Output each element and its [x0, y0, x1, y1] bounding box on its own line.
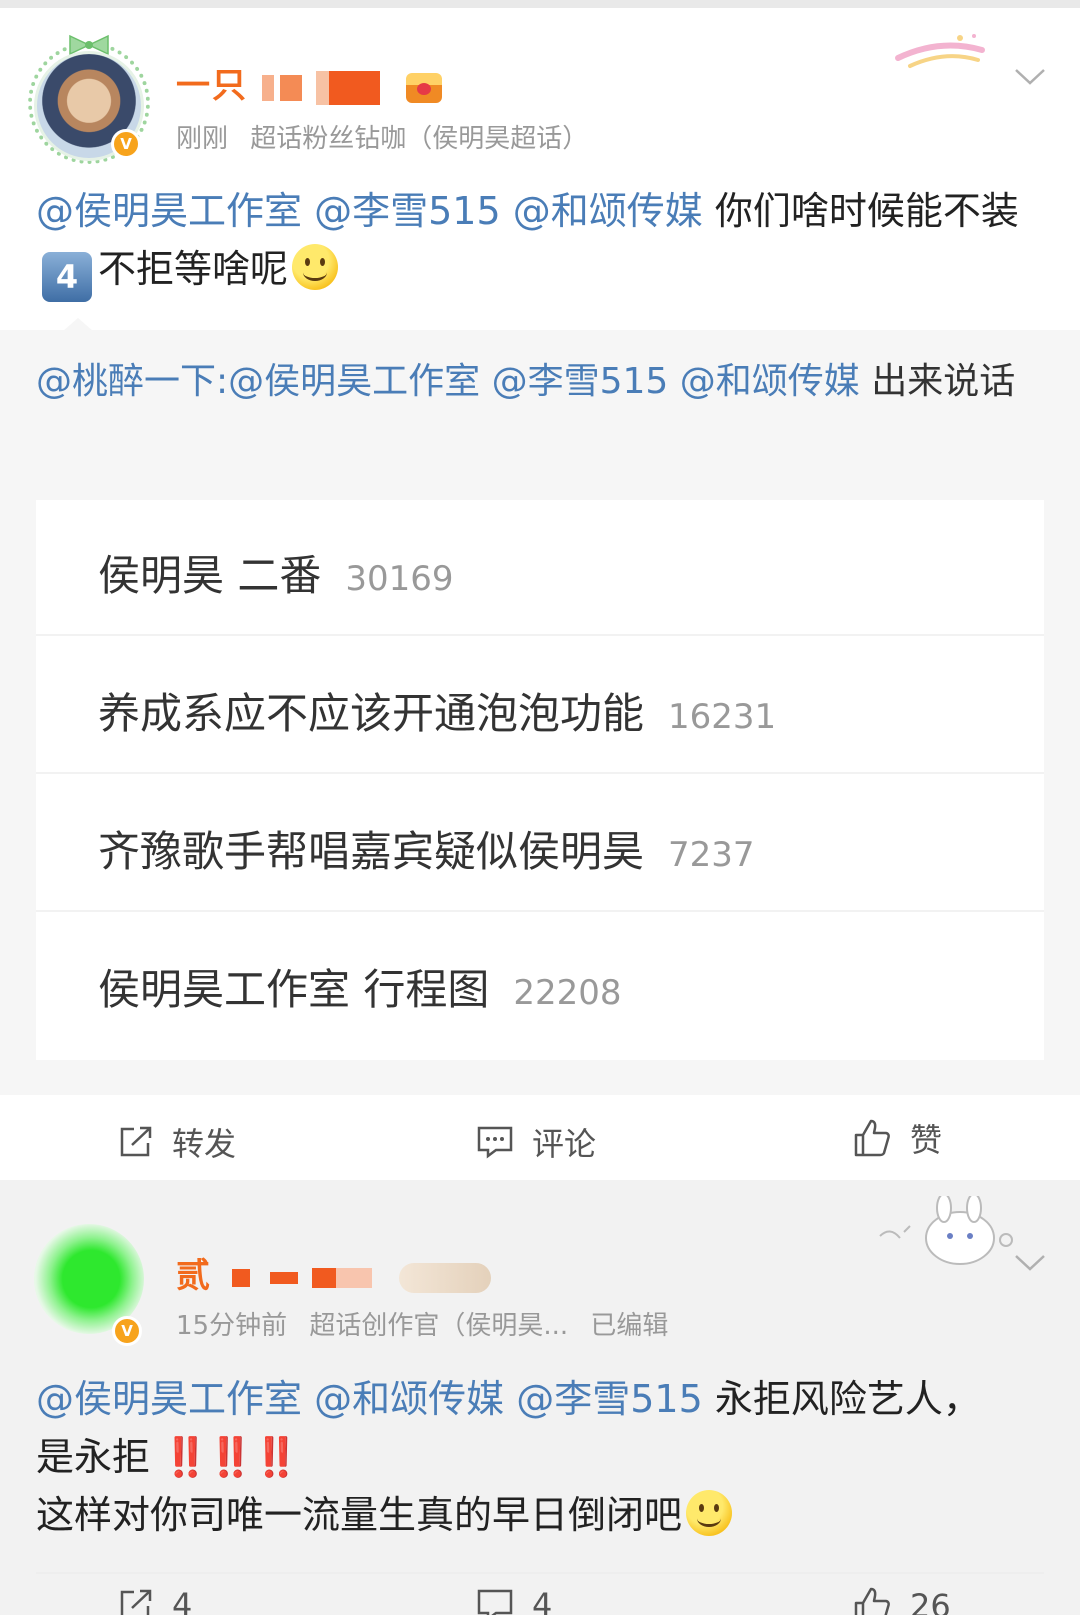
mention-link[interactable]: @和颂传媒	[513, 189, 703, 233]
action-bar: 转发 评论 赞	[0, 1095, 1080, 1185]
mention-link[interactable]: @侯明昊工作室	[228, 361, 480, 402]
username[interactable]: 贰	[176, 1248, 492, 1297]
edited-label: 已编辑	[590, 1311, 669, 1341]
post-time: 刚刚	[176, 124, 229, 154]
repost-label: 转发	[172, 1125, 237, 1163]
action-bar: 4 4 26	[0, 1572, 1080, 1615]
username-text: 贰	[176, 1256, 212, 1296]
like-count: 26	[910, 1587, 951, 1615]
like-button[interactable]: 26	[852, 1586, 951, 1615]
like-icon	[854, 1119, 890, 1157]
redacted-mosaic	[315, 70, 380, 105]
hot-topic-item[interactable]: 养成系应不应该开通泡泡功能 16231	[36, 638, 1044, 774]
sparkle-decoration-icon	[895, 34, 985, 68]
topic-count: 30169	[345, 559, 454, 599]
like-button[interactable]: 赞	[852, 1115, 942, 1161]
topic-title-text: 侯明昊工作室 行程图	[98, 965, 490, 1014]
username[interactable]: 一只	[176, 58, 442, 107]
retweet-author[interactable]: @桃醉一下:	[36, 361, 228, 402]
post-text: @侯明昊工作室 @和颂传媒 @李雪515 永拒风险艺人， 是永拒 ‼️‼️‼️ …	[36, 1370, 1046, 1544]
topic-title-text: 养成系应不应该开通泡泡功能	[98, 689, 645, 738]
keycap-emoji-icon: 4	[42, 252, 92, 302]
post-text-segment: 你们啥时候能不装	[714, 189, 1019, 233]
mention-link[interactable]: @李雪515	[314, 189, 501, 233]
post-text-segment: 不拒等啥呢	[98, 247, 289, 291]
mention-link[interactable]: @侯明昊工作室	[36, 189, 302, 233]
repost-icon	[120, 1126, 152, 1157]
like-icon	[854, 1587, 890, 1615]
redacted-mosaic	[311, 1267, 372, 1288]
top-strip	[0, 0, 1080, 8]
redacted-mosaic	[231, 1268, 250, 1287]
verified-icon: V	[111, 129, 141, 159]
mention-link[interactable]: @李雪515	[492, 361, 669, 402]
smile-emoji-icon	[686, 1490, 733, 1536]
hot-topic-title: 侯明昊 二番 30169	[98, 542, 454, 603]
like-label: 赞	[910, 1121, 943, 1159]
post-text-segment: 这样对你司唯一流量生真的早日倒闭吧	[36, 1493, 683, 1537]
mention-link[interactable]: @和颂传媒	[680, 361, 860, 402]
topic-title-text: 侯明昊 二番	[98, 551, 322, 600]
redacted-mosaic	[269, 1271, 298, 1284]
retweet-text-segment: 出来说话	[871, 361, 1016, 402]
post-meta: 15分钟前 超话创作官（侯明昊... 已编辑	[176, 1305, 682, 1342]
post-text: @侯明昊工作室 @李雪515 @和颂传媒 你们啥时候能不装 4 不拒等啥呢	[36, 182, 1046, 302]
mention-link[interactable]: @侯明昊工作室	[36, 1377, 302, 1421]
verified-icon: V	[112, 1316, 142, 1346]
chevron-down-icon[interactable]	[1012, 1250, 1048, 1274]
comment-icon	[477, 1126, 513, 1159]
post-text-segment: 是永拒	[36, 1435, 151, 1479]
post-source[interactable]: 超话粉丝钻咖（侯明昊超话）	[250, 124, 588, 154]
redacted-mosaic	[261, 74, 302, 101]
repost-icon	[120, 1589, 152, 1615]
retweet-text: @桃醉一下:@侯明昊工作室 @李雪515 @和颂传媒 出来说话	[36, 354, 1046, 410]
hot-topic-title: 齐豫歌手帮唱嘉宾疑似侯明昊 7237	[98, 818, 755, 879]
username-text: 一只	[176, 66, 248, 106]
hot-topic-item[interactable]: 侯明昊工作室 行程图 22208	[36, 914, 1044, 1050]
comment-label: 评论	[532, 1125, 597, 1163]
hot-topic-item[interactable]: 齐豫歌手帮唱嘉宾疑似侯明昊 7237	[36, 776, 1044, 912]
repost-count: 4	[172, 1586, 193, 1615]
post-meta: 刚刚 超话粉丝钻咖（侯明昊超话）	[176, 118, 602, 155]
topic-count: 16231	[668, 697, 777, 737]
repost-button[interactable]: 4	[118, 1586, 192, 1615]
chevron-down-icon[interactable]	[1012, 64, 1048, 88]
post-text-segment: 永拒风险艺人，	[714, 1377, 981, 1421]
post-time: 15分钟前	[176, 1311, 288, 1341]
mention-link[interactable]: @和颂传媒	[314, 1377, 504, 1421]
topic-title-text: 齐豫歌手帮唱嘉宾疑似侯明昊	[98, 827, 645, 876]
comment-icon	[477, 1589, 513, 1615]
comment-button[interactable]: 4	[476, 1586, 552, 1615]
hot-topic-title: 侯明昊工作室 行程图 22208	[98, 956, 622, 1017]
post-source[interactable]: 超话创作官（侯明昊...	[309, 1311, 568, 1341]
fan-badge-icon	[399, 1262, 492, 1293]
crown-badge-icon	[405, 72, 442, 103]
hot-topic-title: 养成系应不应该开通泡泡功能 16231	[98, 680, 776, 741]
repost-button[interactable]: 转发	[118, 1119, 236, 1165]
bunny-decoration-icon	[879, 1196, 1013, 1265]
retweet-block[interactable]: @桃醉一下:@侯明昊工作室 @李雪515 @和颂传媒 出来说话 侯明昊 二番 30…	[0, 330, 1080, 1095]
comment-count: 4	[532, 1586, 553, 1615]
hot-topic-list: 侯明昊 二番 30169 养成系应不应该开通泡泡功能 16231 齐豫歌手帮唱嘉宾疑…	[36, 500, 1044, 1060]
post-card-1: V 一只 刚刚 超话粉丝钻咖（侯明昊超话） @侯明昊工作室 @李雪515 @和颂…	[0, 8, 1080, 1180]
comment-button[interactable]: 评论	[476, 1119, 596, 1165]
topic-count: 22208	[513, 973, 622, 1013]
smile-emoji-icon	[292, 244, 339, 290]
mention-link[interactable]: @李雪515	[516, 1377, 703, 1421]
topic-count: 7237	[668, 835, 755, 875]
hot-topic-item[interactable]: 侯明昊 二番 30169	[36, 500, 1044, 636]
double-exclamation-emoji-icon: ‼️‼️‼️	[162, 1435, 300, 1479]
